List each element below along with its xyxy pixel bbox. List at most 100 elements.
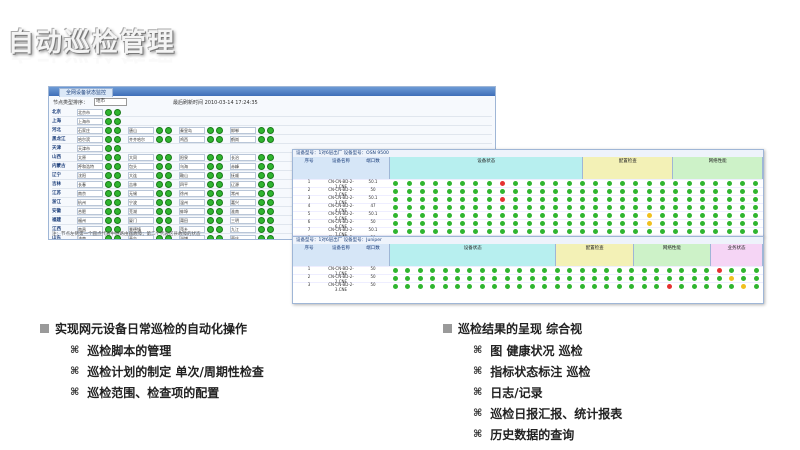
status-dot-icon	[492, 276, 498, 281]
status-dot-icon	[417, 284, 423, 289]
province-row[interactable]: 河北 石家庄 唐山 秦皇岛 邯郸	[52, 126, 492, 135]
node-type-select[interactable]: 地市	[94, 98, 128, 106]
city-cell[interactable]: 枣庄	[230, 234, 278, 239]
status-dot-icon	[406, 205, 412, 210]
city-cell[interactable]: 杭州	[77, 198, 125, 206]
status-dot-icon	[542, 268, 548, 273]
table-row[interactable]: 3 CN-CN-BD-2-3.CNE 50	[293, 282, 763, 292]
city-cell[interactable]: 上海市	[77, 117, 125, 125]
city-cell[interactable]: 哈尔滨	[77, 135, 125, 143]
city-cell[interactable]: 常州	[230, 189, 278, 197]
city-cell[interactable]: 合肥	[77, 207, 125, 215]
status-dot-icon	[433, 229, 439, 234]
status-dot-icon	[673, 197, 679, 202]
province-row[interactable]: 北京 北京市	[52, 108, 492, 117]
status-dot-icon	[165, 216, 172, 224]
status-dot-icon	[753, 189, 759, 194]
city-cell[interactable]: 芜湖	[128, 207, 176, 215]
province-name: 河北	[52, 128, 61, 133]
status-dot-icon	[216, 171, 223, 179]
status-dot-icon	[165, 180, 172, 188]
city-label: 长治	[230, 153, 256, 161]
city-cell[interactable]: 嘉兴	[230, 198, 278, 206]
status-dot-icon	[105, 207, 112, 215]
status-dot-icon	[406, 213, 412, 218]
group-device-status: 设备状态	[390, 157, 584, 179]
city-cell[interactable]: 蚌埠	[179, 207, 227, 215]
city-cell[interactable]: 阳泉	[179, 153, 227, 161]
city-cell[interactable]: 厦门	[128, 216, 176, 224]
city-cell[interactable]: 长治	[230, 153, 278, 161]
status-dot-icon	[156, 171, 163, 179]
status-dot-icon	[713, 229, 719, 234]
city-label: 鞍山	[179, 171, 205, 179]
city-cell[interactable]: 莆田	[179, 216, 227, 224]
city-cell[interactable]: 秦皇岛	[179, 126, 227, 134]
status-dot-icon	[258, 225, 265, 233]
city-cell[interactable]: 宁波	[128, 198, 176, 206]
status-dot-icon	[156, 207, 163, 215]
status-dot-icon	[539, 205, 545, 210]
city-cell[interactable]: 包头	[128, 162, 176, 170]
city-cell[interactable]: 齐齐哈尔	[128, 135, 176, 143]
city-cell[interactable]: 九江	[230, 225, 278, 233]
city-cell[interactable]: 淮南	[230, 207, 278, 215]
city-cell[interactable]: 太原	[77, 153, 125, 161]
city-cell[interactable]: 唐山	[128, 126, 176, 134]
city-cell[interactable]: 沈阳	[77, 171, 125, 179]
city-cell[interactable]: 大连	[128, 171, 176, 179]
city-cell[interactable]: 邯郸	[230, 126, 278, 134]
status-dot-icon	[633, 181, 639, 186]
status-dot-icon	[686, 181, 692, 186]
status-dot-icon	[646, 181, 652, 186]
status-dot-icon	[492, 268, 498, 273]
status-dot-icon	[207, 126, 214, 134]
bullet-item: 图 健康状况 巡检	[490, 344, 583, 358]
city-cell[interactable]: 吉林	[128, 180, 176, 188]
city-cell[interactable]: 长春	[77, 180, 125, 188]
city-cell[interactable]: 大同	[128, 153, 176, 161]
status-dot-icon	[258, 216, 265, 224]
status-dot-icon	[704, 284, 710, 289]
city-cell[interactable]: 北京市	[77, 108, 125, 116]
city-cell[interactable]: 鞍山	[179, 171, 227, 179]
status-dot-icon	[593, 181, 599, 186]
city-cell[interactable]: 徐州	[179, 189, 227, 197]
city-cell[interactable]: 抚顺	[230, 171, 278, 179]
status-dot-icon	[105, 198, 112, 206]
bullet-item: 巡检脚本的管理	[87, 344, 172, 358]
grid-body: 1 CN-CN-BD-2-1.CNE 50.1 2 CN-CN-BD-2-2.CNE 50…	[293, 179, 763, 236]
city-cell[interactable]: 辽源	[230, 180, 278, 188]
status-dot-icon	[486, 197, 492, 202]
province-name: 吉林	[52, 182, 61, 187]
city-cell[interactable]: 天津市	[77, 144, 125, 152]
city-cell[interactable]: 呼和浩特	[77, 162, 125, 170]
city-label: 温州	[179, 198, 205, 206]
province-row[interactable]: 黑龙江 哈尔滨 齐齐哈尔 鸡西 鹤岗	[52, 135, 492, 144]
status-dot-icon	[419, 189, 425, 194]
city-cell[interactable]: 赤峰	[230, 162, 278, 170]
province-name: 山西	[52, 155, 61, 160]
city-cell[interactable]: 温州	[179, 198, 227, 206]
status-dot-icon	[267, 225, 274, 233]
status-dot-icon	[579, 229, 585, 234]
city-cell[interactable]: 三明	[230, 216, 278, 224]
status-dot-icon	[646, 197, 652, 202]
city-cell[interactable]: 南京	[77, 189, 125, 197]
city-cell[interactable]: 鸡西	[179, 135, 227, 143]
bullet-mark-icon: ⌘	[473, 408, 483, 419]
city-cell[interactable]: 无锡	[128, 189, 176, 197]
city-cell[interactable]: 福州	[77, 216, 125, 224]
province-row[interactable]: 上海 上海市	[52, 117, 492, 126]
status-dot-icon	[156, 126, 163, 134]
city-cell[interactable]: 石家庄	[77, 126, 125, 134]
city-cell[interactable]: 乌海	[179, 162, 227, 170]
city-label: 鹤岗	[230, 135, 256, 143]
page-title-reflection: 自动巡检管理	[8, 58, 176, 70]
tab-device-status[interactable]: 全网设备状态监控	[59, 88, 114, 97]
status-dot-icon	[504, 276, 510, 281]
city-cell[interactable]: 鹤岗	[230, 135, 278, 143]
grid-caption: 设备型号：1对6层出厂 设备型号：OSN 9500	[293, 150, 763, 157]
city-cell[interactable]: 四平	[179, 180, 227, 188]
status-dot-icon	[513, 205, 519, 210]
